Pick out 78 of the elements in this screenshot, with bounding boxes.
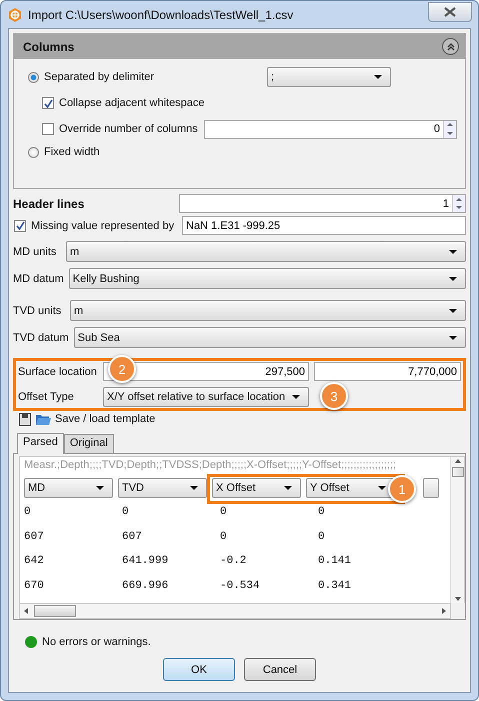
window-title: Import C:\Users\woonf\Downloads\TestWell_1.csv: [28, 8, 294, 22]
table-cell-text: 0: [318, 506, 326, 518]
checkbox[interactable]: [42, 97, 54, 109]
tab[interactable]: Original: [64, 434, 114, 453]
caret-icon: [449, 276, 457, 280]
dropdown[interactable]: m: [70, 300, 466, 321]
caret-icon: [449, 336, 457, 340]
dropdown[interactable]: X/Y offset relative to surface location: [103, 386, 309, 406]
column-dropdown[interactable]: Y Offset: [306, 478, 395, 498]
tab[interactable]: Parsed: [17, 433, 64, 454]
table-cell-text: 641.999: [122, 555, 170, 568]
radio-button[interactable]: [28, 72, 39, 82]
radio-button[interactable]: [28, 146, 39, 158]
caret-icon: [449, 250, 457, 254]
table-cell-text: 0: [24, 506, 32, 518]
field-label: TVD datum: [13, 330, 69, 344]
close-icon: [444, 6, 456, 16]
dropdown[interactable]: m: [66, 241, 466, 262]
app-icon: [7, 6, 23, 22]
table-cell-text: 0: [220, 530, 228, 543]
checkbox-label: Missing value represented by: [31, 218, 176, 232]
option-label: Separated by delimiter: [44, 70, 156, 84]
template-link[interactable]: Save / load template: [55, 412, 156, 426]
table-cell-text: 0: [122, 506, 130, 518]
checkbox-label: Override number of columns: [59, 122, 199, 136]
delimiter-dropdown[interactable]: ;: [267, 67, 391, 87]
callout-badge: 3: [320, 382, 348, 410]
number-spinner[interactable]: 0: [204, 120, 457, 138]
table-cell-text: 0.341: [318, 580, 352, 592]
close-button[interactable]: [428, 2, 472, 22]
column-dropdown[interactable]: [423, 478, 439, 498]
vertical-scrollbar[interactable]: [450, 457, 464, 603]
input-field[interactable]: NaN 1.E31 -999.25: [182, 216, 466, 235]
caret-icon: [190, 486, 198, 490]
dropdown[interactable]: Sub Sea: [74, 327, 466, 348]
cancel-button[interactable]: Cancel: [244, 658, 316, 681]
checkbox[interactable]: [42, 123, 54, 135]
callout-badge: 1: [388, 475, 416, 503]
column-dropdown[interactable]: MD: [24, 478, 113, 498]
checkbox-label: Collapse adjacent whitespace: [59, 96, 205, 110]
checkbox[interactable]: [14, 220, 26, 232]
save-icon[interactable]: [19, 412, 31, 426]
column-dropdown[interactable]: X Offset: [212, 478, 301, 498]
collapse-button[interactable]: [442, 38, 459, 55]
field-label: MD units: [13, 244, 58, 258]
caret-icon: [374, 75, 382, 79]
table-cell-text: -0.534: [220, 580, 261, 592]
option-label: Fixed width: [44, 145, 100, 159]
field-label: TVD units: [13, 304, 62, 318]
number-spinner[interactable]: 1: [179, 194, 466, 213]
column-dropdown[interactable]: TVD: [118, 478, 207, 498]
table-cell-text: 607: [24, 530, 45, 543]
caret-icon: [449, 308, 457, 312]
table-cell-text: -0.2: [220, 555, 248, 568]
caret-icon: [284, 486, 292, 490]
table-cell-text: 0.141: [318, 555, 352, 568]
callout-badge: 2: [108, 355, 136, 383]
table-cell-text: 642: [24, 555, 45, 568]
status-text: No errors or warnings.: [42, 635, 151, 649]
dropdown[interactable]: Kelly Bushing: [68, 268, 466, 289]
table-cell-text: 670: [24, 580, 45, 592]
table-cell-text: 669.996: [122, 580, 170, 592]
table-cell-text: 0: [220, 506, 228, 518]
chevron-icon: [446, 42, 456, 52]
table-cell-text: 0: [318, 530, 326, 543]
field-label: Surface location: [18, 364, 98, 378]
folder-icon[interactable]: [35, 412, 51, 426]
field-label: Header lines: [13, 196, 86, 210]
field-label: Offset Type: [18, 390, 75, 404]
panel-title: Columns: [23, 40, 74, 54]
caret-icon: [96, 486, 104, 490]
raw-header-text: Measr.;Depth;;;;TVD;Depth;;TVDSS;Depth;;;;;X-Offset;;;;;Y-Offset;;;;;;;;;;;;;;;;;;: [24, 459, 398, 473]
ok-button[interactable]: OK: [163, 658, 235, 681]
table-cell-text: 607: [122, 530, 143, 543]
input-field[interactable]: 7,770,000: [314, 362, 461, 381]
field-label: MD datum: [13, 272, 64, 286]
caret-icon: [292, 394, 300, 398]
horizontal-scrollbar[interactable]: [19, 603, 451, 619]
